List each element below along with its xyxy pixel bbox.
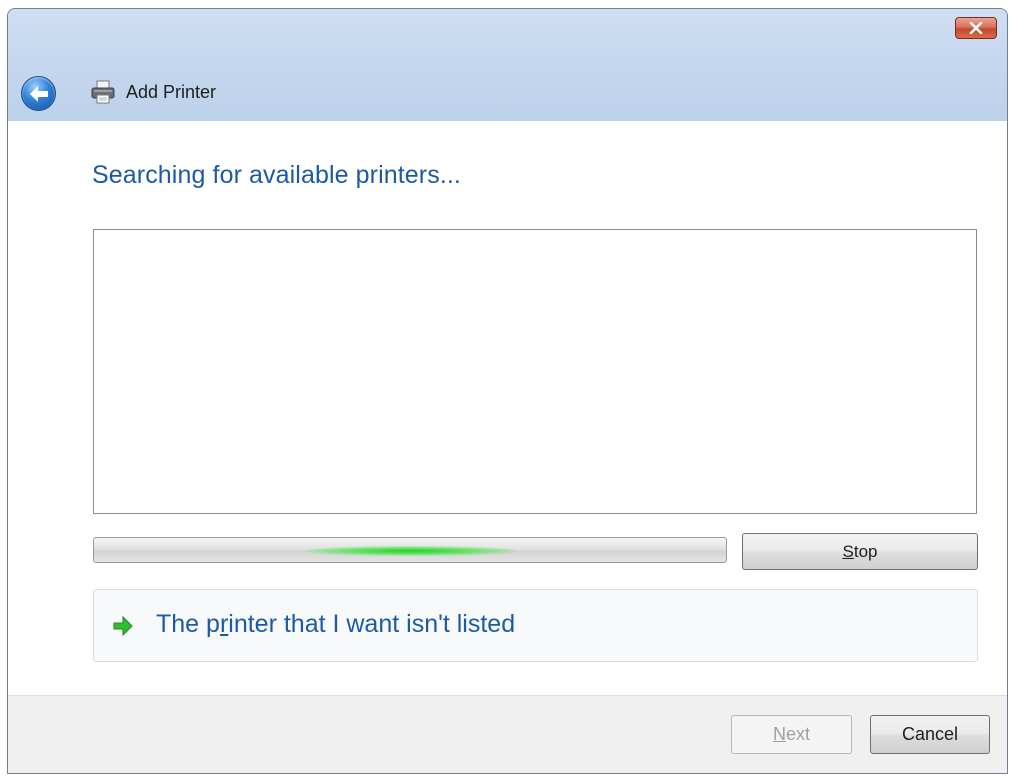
cancel-button[interactable]: Cancel: [870, 715, 990, 754]
next-button[interactable]: Next: [731, 715, 852, 754]
back-arrow-icon: [29, 85, 48, 102]
printer-not-listed-link[interactable]: The printer that I want isn't listed: [93, 589, 978, 662]
title-bar[interactable]: Add Printer: [8, 9, 1007, 121]
progress-glow: [303, 546, 518, 556]
stop-button[interactable]: Stop: [742, 533, 978, 570]
wizard-footer: Next Cancel: [8, 695, 1007, 773]
close-icon: [969, 22, 983, 34]
close-button[interactable]: [955, 17, 997, 39]
green-arrow-icon: [113, 615, 133, 637]
search-progress-bar: [93, 537, 727, 563]
add-printer-window: Add Printer Searching for available prin…: [7, 8, 1008, 774]
printer-results-list[interactable]: [93, 229, 977, 514]
back-button[interactable]: [21, 76, 56, 111]
printer-not-listed-text: The printer that I want isn't listed: [156, 610, 516, 638]
printer-icon: [91, 80, 115, 104]
page-heading: Searching for available printers...: [92, 161, 461, 189]
window-title: Add Printer: [126, 82, 217, 102]
wizard-content: Searching for available printers... Stop…: [8, 121, 1007, 695]
